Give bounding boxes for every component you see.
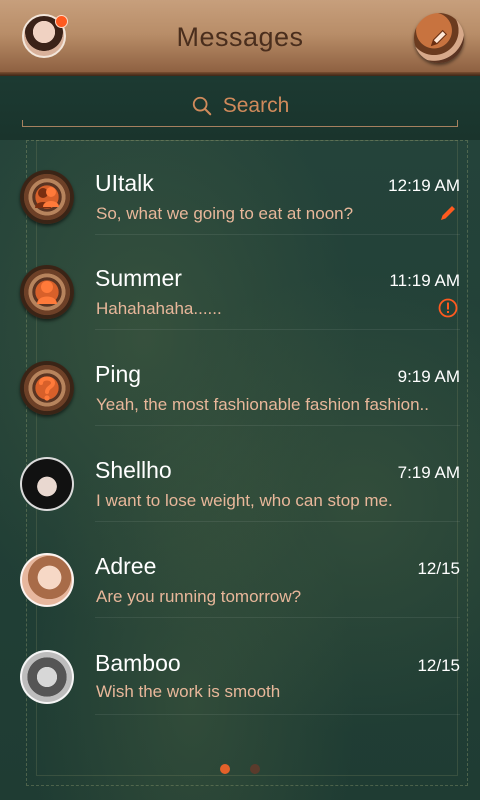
page-dot[interactable]	[250, 764, 260, 774]
conversation-list: UItalk 12:19 AM So, what we going to eat…	[0, 140, 480, 800]
row-divider	[95, 521, 460, 522]
message-time: 12/15	[417, 656, 460, 675]
conversation-row[interactable]: UItalk 12:19 AM So, what we going to eat…	[0, 140, 480, 235]
conversation-row[interactable]: Ping 9:19 AM Yeah, the most fashionable …	[0, 331, 480, 426]
avatar	[20, 553, 74, 607]
row-divider	[95, 617, 460, 618]
message-time: 9:19 AM	[397, 367, 460, 386]
unknown-contact-icon	[20, 361, 74, 415]
message-time: 7:19 AM	[397, 463, 460, 482]
search-bar[interactable]: Search	[0, 76, 480, 140]
conversation-row[interactable]: Summer 11:19 AM Hahahahaha......	[0, 235, 480, 330]
message-snippet: Hahahahaha......	[96, 299, 222, 318]
search-input[interactable]: Search	[223, 94, 290, 118]
message-time: 11:19 AM	[389, 271, 460, 290]
contact-name: Summer	[95, 265, 182, 291]
app-header: Messages	[0, 0, 480, 76]
row-divider	[95, 329, 460, 330]
contact-name: UItalk	[95, 170, 154, 196]
message-snippet: Yeah, the most fashionable fashion fashi…	[96, 395, 429, 414]
row-divider	[95, 714, 460, 715]
page-title: Messages	[176, 22, 304, 52]
page-dot-active[interactable]	[220, 764, 230, 774]
contact-name: Shellho	[95, 457, 172, 483]
message-snippet: Are you running tomorrow?	[96, 587, 302, 606]
message-snippet: I want to lose weight, who can stop me.	[96, 491, 393, 510]
message-time: 12/15	[417, 559, 460, 578]
error-icon	[438, 298, 458, 318]
row-divider	[95, 425, 460, 426]
search-icon	[192, 96, 211, 116]
message-snippet: Wish the work is smooth	[96, 682, 281, 701]
pencil-icon	[430, 29, 448, 47]
search-underline	[22, 120, 458, 127]
message-time: 12:19 AM	[388, 176, 460, 195]
conversation-row[interactable]: Bamboo 12/15 Wish the work is smooth	[0, 620, 480, 715]
avatar	[20, 457, 74, 511]
page-indicator	[0, 764, 480, 774]
message-snippet: So, what we going to eat at noon?	[96, 204, 354, 223]
contact-name: Bamboo	[95, 650, 181, 676]
conversation-row[interactable]: Shellho 7:19 AM I want to lose weight, w…	[0, 427, 480, 522]
contact-name: Ping	[95, 361, 142, 387]
contact-icon	[20, 265, 74, 319]
avatar	[20, 650, 74, 704]
group-contact-icon	[20, 170, 74, 224]
conversation-row[interactable]: Adree 12/15 Are you running tomorrow?	[0, 523, 480, 618]
contact-name: Adree	[95, 553, 157, 579]
compose-button[interactable]	[414, 13, 464, 63]
draft-pencil-icon	[441, 206, 455, 220]
